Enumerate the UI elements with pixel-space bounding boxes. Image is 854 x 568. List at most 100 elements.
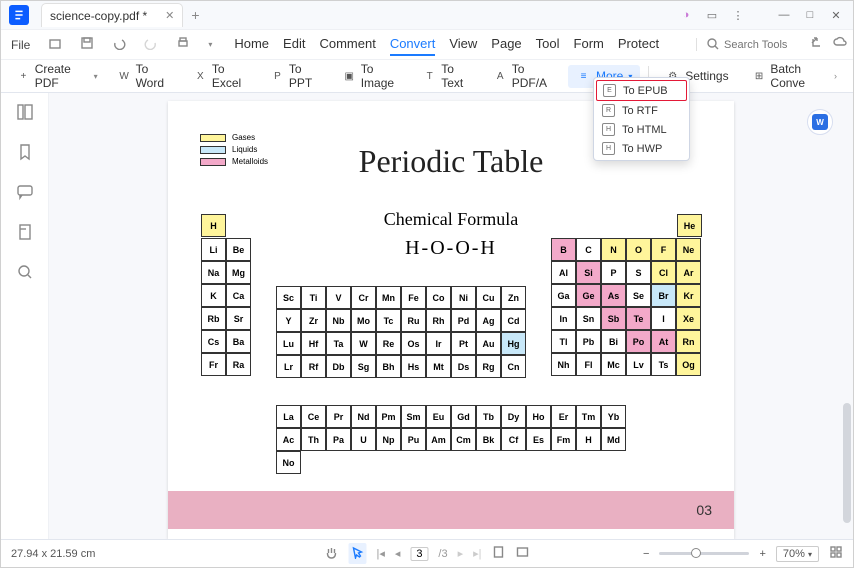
select-tool-icon[interactable]: [348, 543, 366, 564]
element-cell: W: [351, 332, 376, 355]
to-pdfa-button[interactable]: ATo PDF/A: [486, 58, 564, 94]
element-cell: V: [326, 286, 351, 309]
redo-icon[interactable]: [140, 34, 162, 55]
element-cell: P: [601, 261, 626, 284]
last-page-button[interactable]: ▸|: [473, 547, 481, 560]
more-icon: ≡: [576, 69, 591, 84]
tab-comment[interactable]: Comment: [319, 33, 375, 56]
to-ppt-button[interactable]: PTo PPT: [263, 58, 331, 94]
maximize-button[interactable]: □: [803, 8, 817, 22]
open-icon[interactable]: [44, 34, 66, 55]
share-icon[interactable]: [809, 35, 823, 54]
element-cell: Rf: [301, 355, 326, 378]
to-text-button[interactable]: TTo Text: [415, 58, 481, 94]
print-icon[interactable]: [172, 34, 194, 55]
convert-toolbar: +Create PDF▾ WTo Word XTo Excel PTo PPT …: [1, 59, 853, 93]
find-icon[interactable]: [16, 263, 34, 281]
minimize-button[interactable]: ―: [777, 8, 791, 22]
element-cell: Bi: [601, 330, 626, 353]
element-cell: Tc: [376, 309, 401, 332]
save-icon[interactable]: [76, 34, 98, 55]
bookmark-icon[interactable]: [16, 143, 34, 161]
element-cell: Al: [551, 261, 576, 284]
tab-home[interactable]: Home: [234, 33, 269, 56]
element-cell: Ds: [451, 355, 476, 378]
batch-convert-button[interactable]: ⊞Batch Conve›: [745, 58, 845, 94]
tab-view[interactable]: View: [449, 33, 477, 56]
element-cell: Tl: [551, 330, 576, 353]
element-cell: Yb: [601, 405, 626, 428]
undo-icon[interactable]: [108, 34, 130, 55]
dropdown-to-rtf[interactable]: RTo RTF: [596, 101, 687, 120]
quick-word-button[interactable]: W: [807, 109, 833, 135]
comment-icon[interactable]: [16, 183, 34, 201]
search-input[interactable]: [724, 39, 799, 51]
element-cell: Ni: [451, 286, 476, 309]
element-cell: Sr: [226, 307, 251, 330]
thumbnails-icon[interactable]: [16, 103, 34, 121]
document-tab[interactable]: science-copy.pdf * ✕: [41, 3, 183, 27]
fit-page-icon[interactable]: [492, 545, 506, 562]
left-sidebar: [1, 93, 49, 539]
new-tab-button[interactable]: +: [191, 7, 199, 23]
element-cell: Mt: [426, 355, 451, 378]
vertical-scrollbar[interactable]: [843, 403, 851, 523]
app-icon: [9, 5, 29, 25]
attachment-icon[interactable]: [16, 223, 34, 241]
next-page-button[interactable]: ▸: [458, 547, 464, 560]
cloud-icon[interactable]: [833, 35, 847, 54]
element-cell: Mo: [351, 309, 376, 332]
tab-close-icon[interactable]: ✕: [165, 9, 174, 22]
to-excel-button[interactable]: XTo Excel: [186, 58, 259, 94]
element-cell: Fe: [401, 286, 426, 309]
dropdown-to-epub[interactable]: ETo EPUB: [596, 80, 687, 101]
element-cell: Cr: [351, 286, 376, 309]
dropdown-to-hwp[interactable]: HTo HWP: [596, 139, 687, 158]
read-mode-icon[interactable]: [829, 545, 843, 562]
element-cell: Ir: [426, 332, 451, 355]
zoom-level[interactable]: 70% ▾: [776, 546, 819, 562]
tab-tool[interactable]: Tool: [536, 33, 560, 56]
first-page-button[interactable]: |◂: [376, 547, 384, 560]
element-cell: Ts: [651, 353, 676, 376]
document-canvas[interactable]: Gases Liquids Metalloids Periodic Table …: [49, 93, 853, 539]
element-cell: Ga: [551, 284, 576, 307]
to-word-button[interactable]: WTo Word: [110, 58, 182, 94]
page-input[interactable]: [410, 547, 428, 561]
prev-page-button[interactable]: ◂: [395, 547, 401, 560]
tab-title: science-copy.pdf *: [50, 9, 147, 23]
tab-protect[interactable]: Protect: [618, 33, 659, 56]
close-button[interactable]: ✕: [829, 8, 843, 22]
zoom-in-button[interactable]: +: [759, 548, 765, 560]
dropdown-to-html[interactable]: HTo HTML: [596, 120, 687, 139]
tab-edit[interactable]: Edit: [283, 33, 305, 56]
hand-tool-icon[interactable]: [324, 545, 338, 562]
ai-icon[interactable]: ◑: [679, 8, 693, 22]
element-cell: Kr: [676, 284, 701, 307]
element-cell: Po: [626, 330, 651, 353]
tab-convert[interactable]: Convert: [390, 33, 436, 56]
menu-file[interactable]: File: [7, 36, 34, 54]
element-cell: Np: [376, 428, 401, 451]
print-dropdown-icon[interactable]: ▾: [204, 38, 216, 51]
element-cell: Mc: [601, 353, 626, 376]
element-cell: Zr: [301, 309, 326, 332]
kebab-menu-icon[interactable]: ⋮: [731, 8, 745, 22]
search-icon: [707, 38, 720, 51]
element-cell: Ar: [676, 261, 701, 284]
plus-icon: +: [17, 69, 30, 84]
zoom-slider[interactable]: [659, 552, 749, 555]
element-cell: Rb: [201, 307, 226, 330]
fit-width-icon[interactable]: [516, 545, 530, 562]
to-image-button[interactable]: ▣To Image: [335, 58, 412, 94]
element-cell: Co: [426, 286, 451, 309]
create-pdf-button[interactable]: +Create PDF▾: [9, 58, 106, 94]
search-tools[interactable]: [696, 38, 799, 51]
tab-page[interactable]: Page: [491, 33, 521, 56]
notification-icon[interactable]: ▭: [705, 8, 719, 22]
element-cell: Nd: [351, 405, 376, 428]
titlebar: science-copy.pdf * ✕ + ◑ ▭ ⋮ ― □ ✕: [1, 1, 853, 29]
tab-form[interactable]: Form: [574, 33, 604, 56]
zoom-out-button[interactable]: −: [643, 548, 649, 560]
element-cell: Eu: [426, 405, 451, 428]
